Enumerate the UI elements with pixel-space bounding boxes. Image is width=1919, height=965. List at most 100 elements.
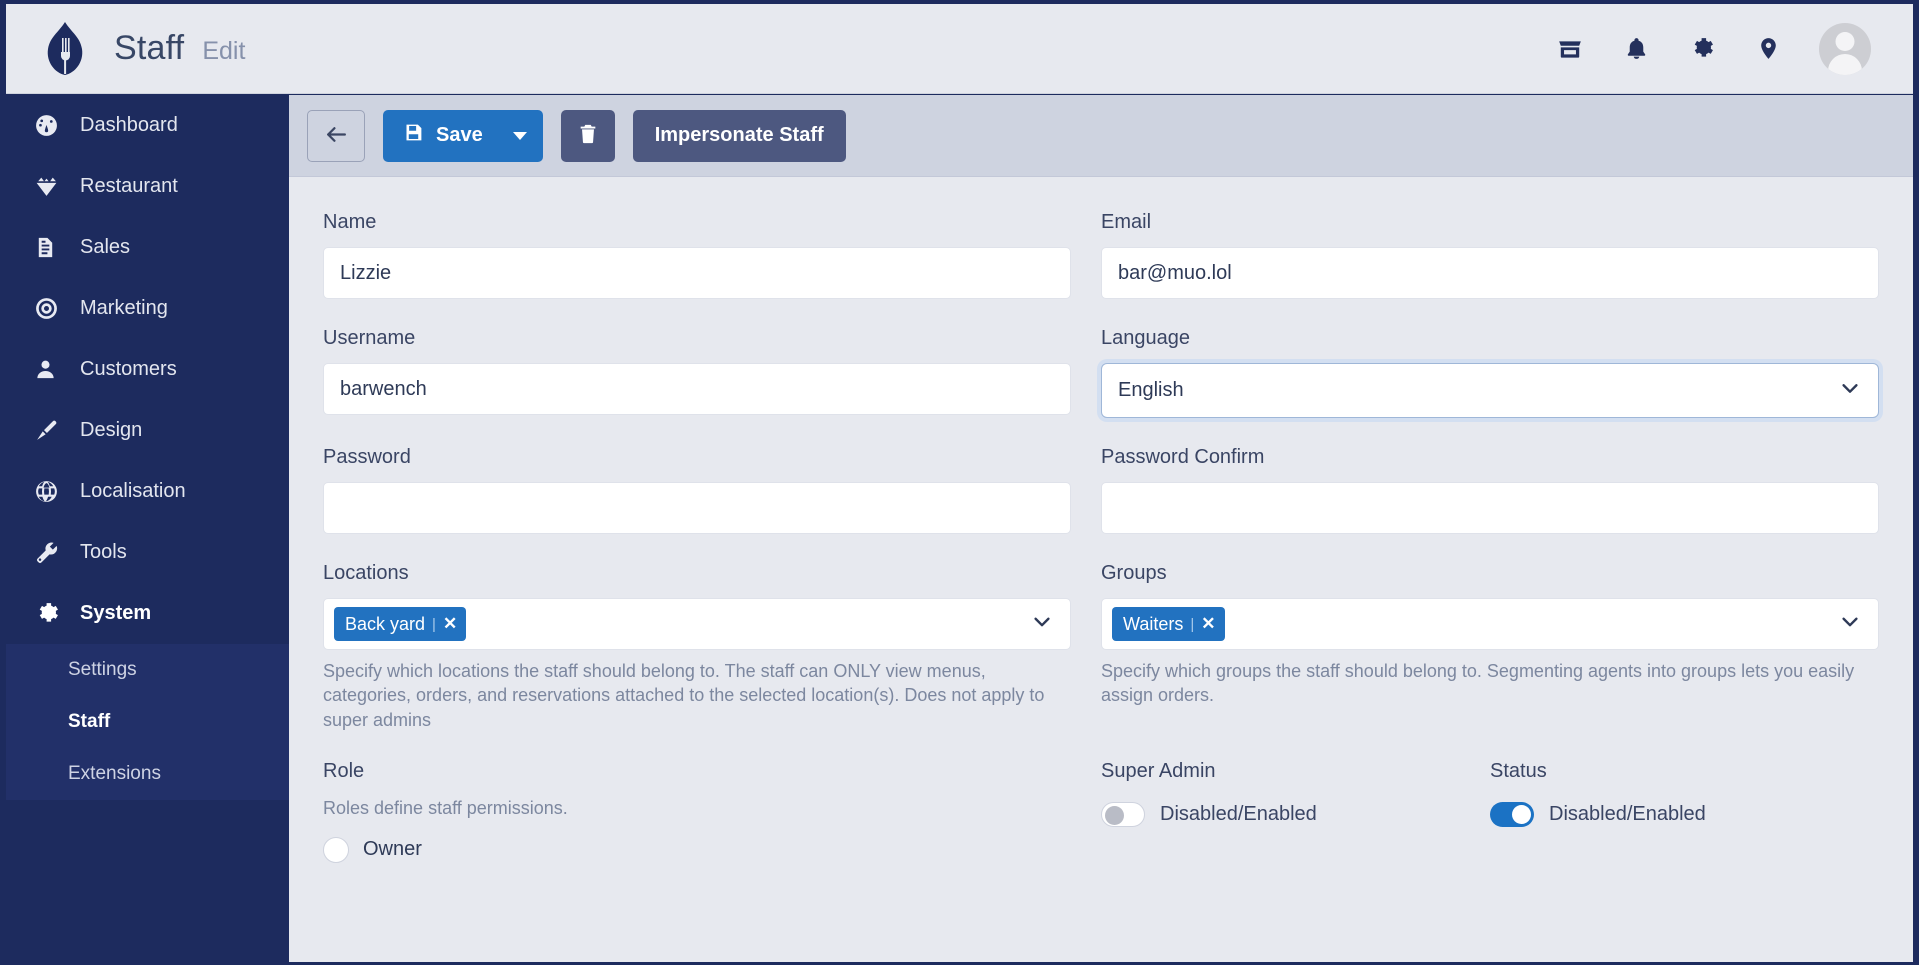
locations-multiselect[interactable]: Back yard | ✕ <box>323 598 1071 650</box>
toggle-knob <box>1512 805 1531 824</box>
form-row-passwords: Password Password Confirm <box>323 446 1879 534</box>
locations-label: Locations <box>323 562 1071 585</box>
name-label: Name <box>323 211 1071 234</box>
groups-tag-label: Waiters <box>1123 614 1183 635</box>
page-subtitle: Edit <box>202 37 245 66</box>
delete-button[interactable] <box>561 110 615 162</box>
groups-label: Groups <box>1101 562 1879 585</box>
sidebar-item-label: Localisation <box>80 480 186 503</box>
sidebar-subitem-label: Settings <box>68 659 137 681</box>
caret-down-icon[interactable] <box>513 132 527 140</box>
groups-tag[interactable]: Waiters | ✕ <box>1112 607 1225 641</box>
map-pin-icon[interactable] <box>1753 34 1783 64</box>
form-row-role-toggles: Role Roles define staff permissions. Own… <box>323 760 1879 862</box>
language-selected-value: English <box>1118 379 1184 402</box>
impersonate-staff-button[interactable]: Impersonate Staff <box>633 110 846 162</box>
status-toggle-row: Disabled/Enabled <box>1490 802 1879 827</box>
sidebar-subitem-settings[interactable]: Settings <box>6 644 289 696</box>
status-toggle[interactable] <box>1490 802 1534 827</box>
sidebar-subitem-staff[interactable]: Staff <box>6 696 289 748</box>
header-actions <box>1555 23 1913 75</box>
form-row-name-email: Name Email <box>323 211 1879 299</box>
password-confirm-input[interactable] <box>1101 482 1879 534</box>
sidebar-item-tools[interactable]: Tools <box>6 522 289 583</box>
field-email: Email <box>1101 211 1879 299</box>
password-confirm-label: Password Confirm <box>1101 446 1879 469</box>
language-select[interactable]: English <box>1101 363 1879 418</box>
sidebar-item-marketing[interactable]: Marketing <box>6 278 289 339</box>
user-avatar[interactable] <box>1819 23 1871 75</box>
super-admin-toggle-label: Disabled/Enabled <box>1160 803 1317 826</box>
design-brush-icon <box>34 418 70 443</box>
groups-multiselect[interactable]: Waiters | ✕ <box>1101 598 1879 650</box>
sidebar-item-dashboard[interactable]: Dashboard <box>6 95 289 156</box>
back-button[interactable] <box>307 110 365 162</box>
field-name: Name <box>323 211 1101 299</box>
language-label: Language <box>1101 327 1879 350</box>
gear-icon[interactable] <box>1687 34 1717 64</box>
email-label: Email <box>1101 211 1879 234</box>
username-input[interactable] <box>323 363 1071 415</box>
role-label: Role <box>323 760 1071 783</box>
field-groups: Groups Waiters | ✕ Specify which groups … <box>1101 562 1879 732</box>
locations-tag-label: Back yard <box>345 614 425 635</box>
remove-tag-icon[interactable]: ✕ <box>1201 614 1215 634</box>
floppy-disk-icon <box>403 122 424 149</box>
field-password-confirm: Password Confirm <box>1101 446 1879 534</box>
spacer <box>323 732 1879 760</box>
field-locations: Locations Back yard | ✕ Specify which lo… <box>323 562 1101 732</box>
chevron-down-icon <box>1031 611 1053 638</box>
page-title: Staff <box>114 29 184 68</box>
avatar-head <box>1836 32 1855 51</box>
customers-person-icon <box>34 358 70 381</box>
storefront-icon[interactable] <box>1555 34 1585 64</box>
sidebar-item-label: Tools <box>80 541 127 564</box>
staff-edit-form: Name Email Username Language English <box>289 177 1913 962</box>
sidebar-item-label: Marketing <box>80 297 168 320</box>
email-input[interactable] <box>1101 247 1879 299</box>
name-input[interactable] <box>323 247 1071 299</box>
radio-button[interactable] <box>323 837 349 863</box>
spacer <box>323 418 1879 446</box>
sidebar-item-label: Dashboard <box>80 114 178 137</box>
trash-icon <box>577 123 599 148</box>
super-admin-toggle[interactable] <box>1101 802 1145 827</box>
password-input[interactable] <box>323 482 1071 534</box>
sidebar-item-sales[interactable]: Sales <box>6 217 289 278</box>
status-toggle-label: Disabled/Enabled <box>1549 803 1706 826</box>
sidebar-item-label: Design <box>80 419 142 442</box>
spacer <box>323 534 1879 562</box>
sidebar-item-localisation[interactable]: Localisation <box>6 461 289 522</box>
sales-receipt-icon <box>34 236 70 259</box>
flame-fork-logo-icon <box>42 21 88 77</box>
tools-wrench-icon <box>34 540 70 565</box>
save-button[interactable]: Save <box>383 110 543 162</box>
toggles-group: Super Admin Disabled/Enabled Status <box>1101 760 1879 862</box>
groups-help-text: Specify which groups the staff should be… <box>1101 659 1879 708</box>
sidebar-item-design[interactable]: Design <box>6 400 289 461</box>
field-super-admin: Super Admin Disabled/Enabled <box>1101 760 1490 862</box>
top-header-bar: Staff Edit <box>6 4 1913 94</box>
sidebar-item-label: Sales <box>80 236 130 259</box>
sidebar-item-customers[interactable]: Customers <box>6 339 289 400</box>
action-toolbar: Save Impersonate Staff <box>289 95 1913 177</box>
restaurant-diamond-icon <box>34 174 70 199</box>
sidebar-item-label: Customers <box>80 358 177 381</box>
role-option-owner[interactable]: Owner <box>323 837 1071 863</box>
toggle-knob <box>1105 806 1124 825</box>
main-content: Save Impersonate Staff Name Email <box>289 95 1913 962</box>
sidebar-item-restaurant[interactable]: Restaurant <box>6 156 289 217</box>
bell-icon[interactable] <box>1621 34 1651 64</box>
sidebar-item-label: Restaurant <box>80 175 178 198</box>
form-row-username-language: Username Language English <box>323 327 1879 418</box>
remove-tag-icon[interactable]: ✕ <box>443 614 457 634</box>
super-admin-label: Super Admin <box>1101 760 1490 783</box>
locations-help-text: Specify which locations the staff should… <box>323 659 1071 732</box>
field-status: Status Disabled/Enabled <box>1490 760 1879 862</box>
sidebar-subitem-extensions[interactable]: Extensions <box>6 748 289 800</box>
sidebar-item-system[interactable]: System <box>6 583 289 644</box>
locations-tag[interactable]: Back yard | ✕ <box>334 607 466 641</box>
form-row-locations-groups: Locations Back yard | ✕ Specify which lo… <box>323 562 1879 732</box>
dashboard-gauge-icon <box>34 113 70 138</box>
brand[interactable]: Staff Edit <box>6 21 245 77</box>
